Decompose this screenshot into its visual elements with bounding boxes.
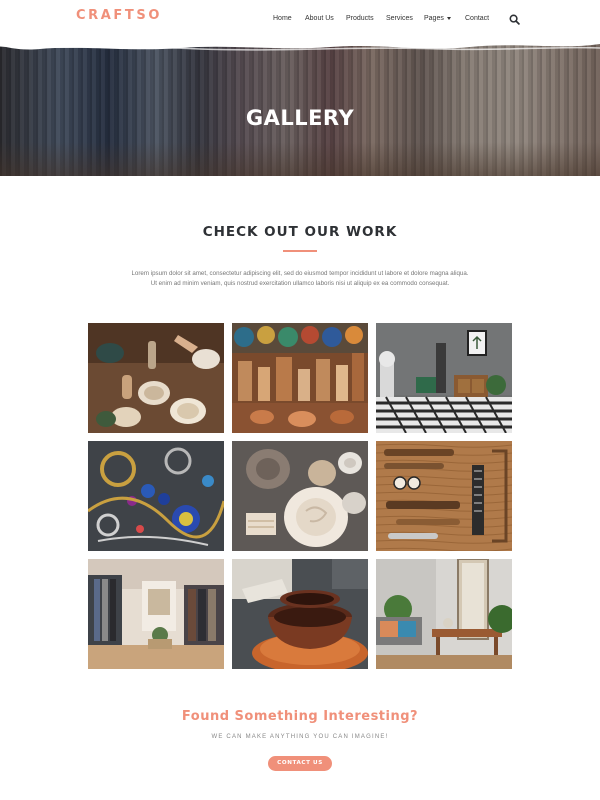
title-underline — [283, 250, 317, 252]
intro-line-1: Lorem ipsum dolor sit amet, consectetur … — [131, 270, 469, 277]
nav-item-label: About Us — [305, 15, 334, 22]
nav-item-services[interactable]: Services — [386, 15, 424, 22]
gallery-image-living-room-interior[interactable] — [376, 323, 512, 433]
nav-item-label: Products — [346, 15, 374, 22]
search-icon[interactable] — [509, 14, 520, 25]
section-title: CHECK OUT OUR WORK — [202, 224, 398, 240]
caret-down-icon — [446, 17, 451, 20]
hero-title: GALLERY — [245, 106, 355, 130]
site-header: CRAFTSO Home About Us Products Services … — [0, 0, 600, 44]
nav-item-label: Home — [273, 15, 292, 22]
gallery-image-plant-corner-interior[interactable] — [376, 559, 512, 669]
section-intro: Lorem ipsum dolor sit amet, consectetur … — [100, 269, 500, 289]
cta-title: Found Something Interesting? — [181, 709, 419, 724]
cta-subtitle: WE CAN MAKE ANYTHING YOU CAN IMAGINE! — [211, 734, 389, 740]
nav-item-label: Services — [386, 15, 413, 22]
main-nav: Home About Us Products Services Pages Co… — [273, 15, 495, 22]
logo[interactable]: CRAFTSO — [76, 8, 162, 23]
nav-item-label: Pages — [424, 15, 444, 22]
hero-shelf-shadow — [0, 142, 600, 176]
intro-line-2: Ut enim ad minim veniam, quis nostrud ex… — [150, 280, 450, 287]
gallery-image-ceramic-plates[interactable] — [232, 441, 368, 551]
nav-item-home[interactable]: Home — [273, 15, 305, 22]
gallery-image-terracotta-bowls[interactable] — [232, 559, 368, 669]
nav-item-about-us[interactable]: About Us — [305, 15, 346, 22]
gallery-image-jewelry[interactable] — [88, 441, 224, 551]
nav-item-pages[interactable]: Pages — [424, 15, 465, 22]
gallery-image-pottery-workshop[interactable] — [88, 323, 224, 433]
gallery-image-market-ceramics[interactable] — [232, 323, 368, 433]
nav-item-contact[interactable]: Contact — [465, 15, 495, 22]
nav-item-products[interactable]: Products — [346, 15, 386, 22]
gallery-grid — [88, 323, 512, 669]
gallery-image-clothing-boutique[interactable] — [88, 559, 224, 669]
gallery-image-woodworking-tools[interactable] — [376, 441, 512, 551]
nav-item-label: Contact — [465, 15, 490, 22]
contact-us-button[interactable]: CONTACT US — [268, 756, 332, 771]
